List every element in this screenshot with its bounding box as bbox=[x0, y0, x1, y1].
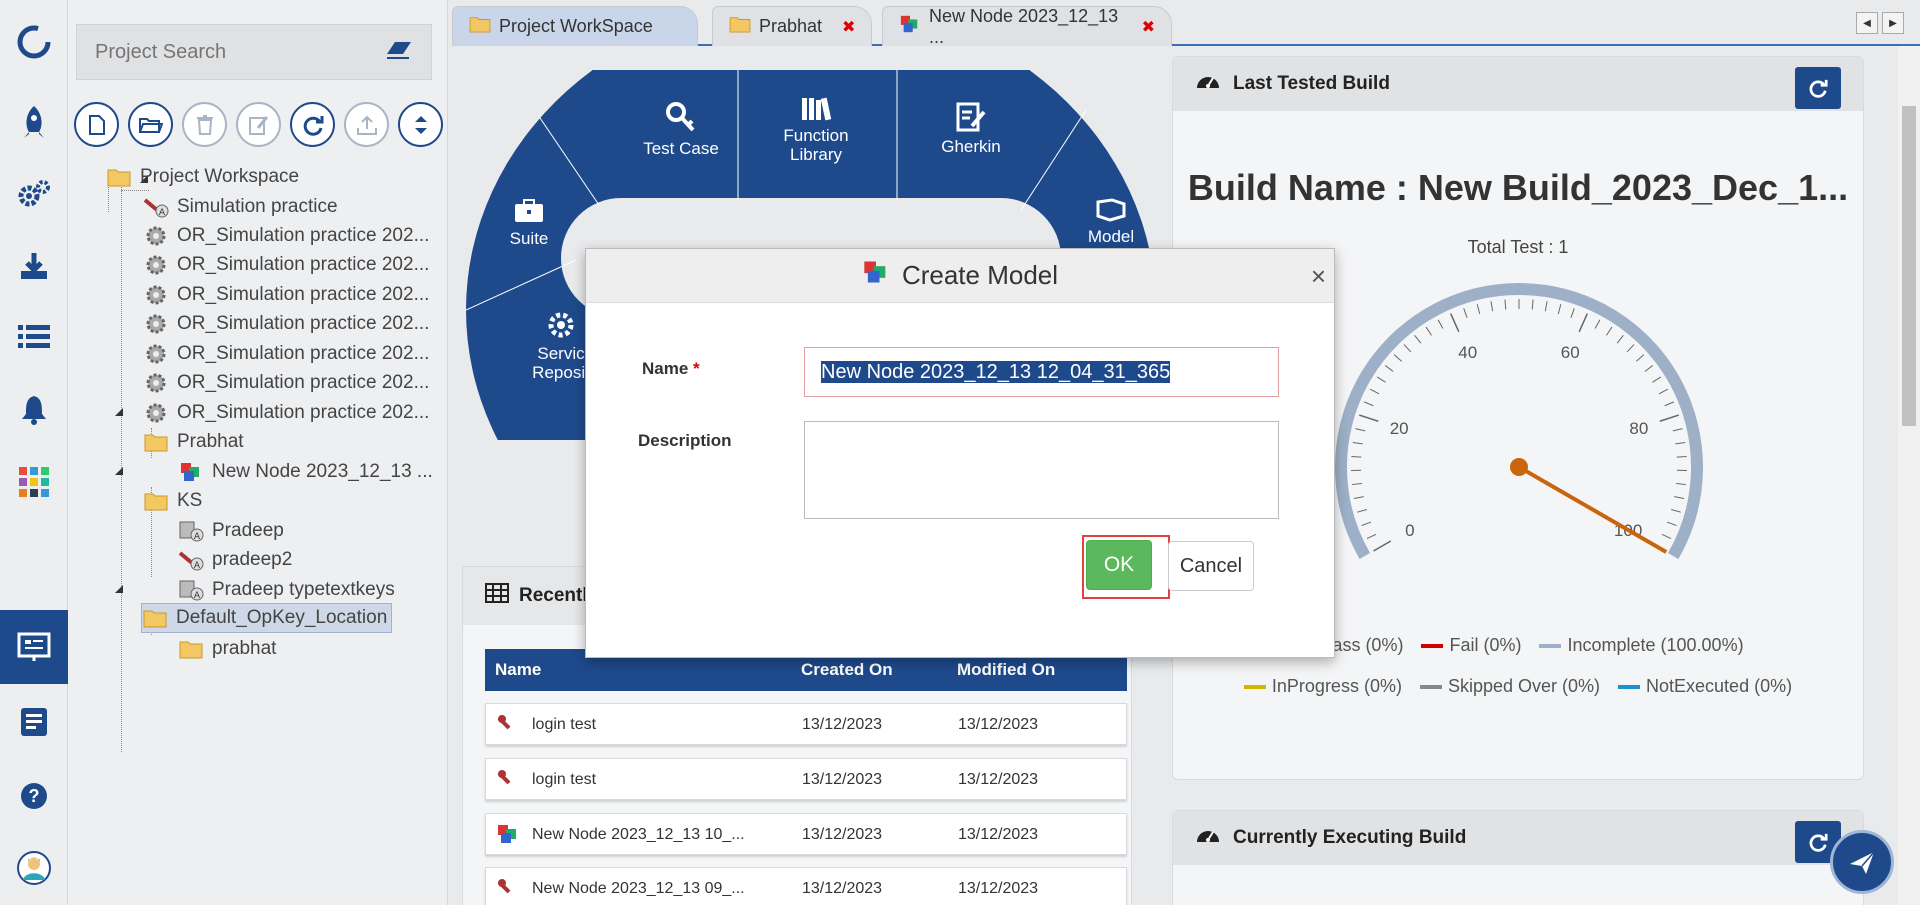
ok-button[interactable]: OK bbox=[1086, 540, 1152, 590]
name-input[interactable]: New Node 2023_12_13 12_04_31_365 bbox=[804, 347, 1279, 397]
cancel-button[interactable]: Cancel bbox=[1168, 541, 1254, 591]
dialog-header: Create Model bbox=[586, 249, 1334, 303]
model-icon bbox=[862, 259, 890, 292]
create-model-dialog: Create Model × Name * New Node 2023_12_1… bbox=[585, 248, 1335, 658]
close-icon[interactable]: × bbox=[1311, 261, 1326, 292]
description-label: Description bbox=[638, 431, 732, 450]
description-textarea[interactable] bbox=[804, 421, 1279, 519]
dialog-title: Create Model bbox=[901, 260, 1059, 290]
name-label: Name * bbox=[642, 359, 700, 378]
